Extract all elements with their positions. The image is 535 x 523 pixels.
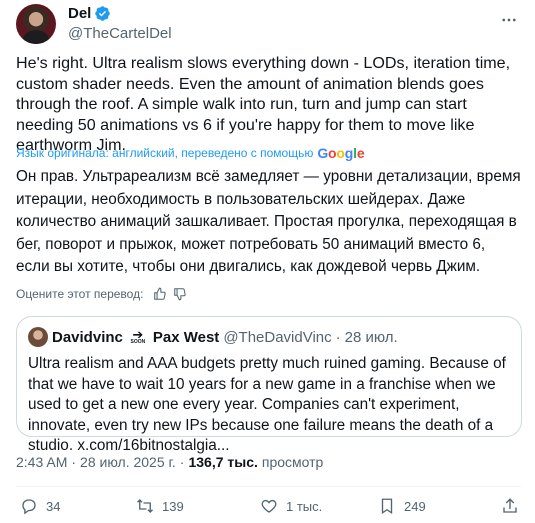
bookmark-icon — [381, 498, 393, 515]
author-name-row: Del — [68, 5, 111, 22]
bookmark-count: 249 — [404, 498, 426, 514]
author-avatar[interactable] — [16, 4, 56, 44]
tweet-time[interactable]: 2:43 AM — [16, 454, 67, 470]
translation-attribution[interactable]: Язык оригинала: английский, переведено с… — [16, 145, 365, 161]
repost-count: 139 — [162, 498, 184, 514]
quoted-author-handle: @TheDavidVinc — [223, 328, 332, 346]
quoted-author-name: Davidvinc — [52, 328, 123, 346]
share-icon — [503, 498, 517, 513]
translated-text: Он прав. Ультрареализм всё замедляет — у… — [16, 168, 521, 275]
repost-button[interactable]: 139 — [136, 497, 184, 515]
more-horizontal-icon — [502, 18, 516, 22]
soon-badge-text: SOON — [130, 339, 146, 345]
quoted-separator: · — [335, 328, 341, 346]
verified-badge-icon[interactable] — [94, 5, 111, 22]
thumbs-up-icon[interactable] — [153, 287, 167, 301]
repost-icon — [137, 499, 153, 513]
reply-count: 34 — [46, 498, 61, 514]
bookmark-button[interactable]: 249 — [378, 497, 426, 515]
meta-separator: · — [71, 454, 77, 470]
share-button[interactable] — [501, 497, 519, 515]
like-button[interactable]: 1 тыс. — [260, 497, 322, 515]
translation-label: Язык оригинала: английский, переведено с… — [16, 146, 314, 160]
rate-translation-label: Оцените этот перевод: — [16, 287, 144, 301]
meta-separator: · — [179, 454, 185, 470]
quoted-tweet-card[interactable]: Davidvinc ➔ SOON Pax West @TheDavidVinc … — [16, 316, 522, 454]
tweet-date[interactable]: 28 июл. 2025 г. — [80, 454, 176, 470]
reply-button[interactable]: 34 — [20, 497, 60, 515]
quoted-tweet-text: Ultra realism and AAA budgets pretty muc… — [28, 355, 506, 454]
views-count: 136,7 тыс. — [188, 454, 258, 470]
author-handle[interactable]: @TheCartelDel — [68, 25, 172, 42]
more-options-button[interactable] — [499, 10, 519, 30]
tweet-meta: 2:43 AM · 28 июл. 2025 г. · 136,7 тыс. п… — [16, 454, 323, 470]
google-logo: Google — [317, 145, 365, 161]
quoted-author-second-name: Pax West — [152, 328, 220, 346]
author-display-name[interactable]: Del — [68, 5, 91, 22]
divider — [16, 486, 521, 487]
thumbs-down-icon[interactable] — [173, 287, 187, 301]
action-bar: 34 139 1 тыс. 249 — [0, 497, 535, 521]
like-count: 1 тыс. — [286, 498, 323, 514]
reply-icon — [22, 499, 36, 515]
soon-arrow-emoji: ➔ SOON — [130, 327, 146, 345]
rate-translation-row: Оцените этот перевод: — [16, 287, 187, 301]
tweet-header: Del @TheCartelDel — [16, 4, 521, 44]
heart-icon — [261, 499, 277, 513]
views-label: просмотр — [261, 454, 324, 470]
tweet-text: He's right. Ultra realism slows everythi… — [16, 54, 515, 154]
quoted-date: 28 июл. — [344, 328, 398, 346]
quoted-author-avatar — [28, 327, 48, 347]
quoted-tweet-header: Davidvinc ➔ SOON Pax West @TheDavidVinc … — [28, 327, 398, 347]
